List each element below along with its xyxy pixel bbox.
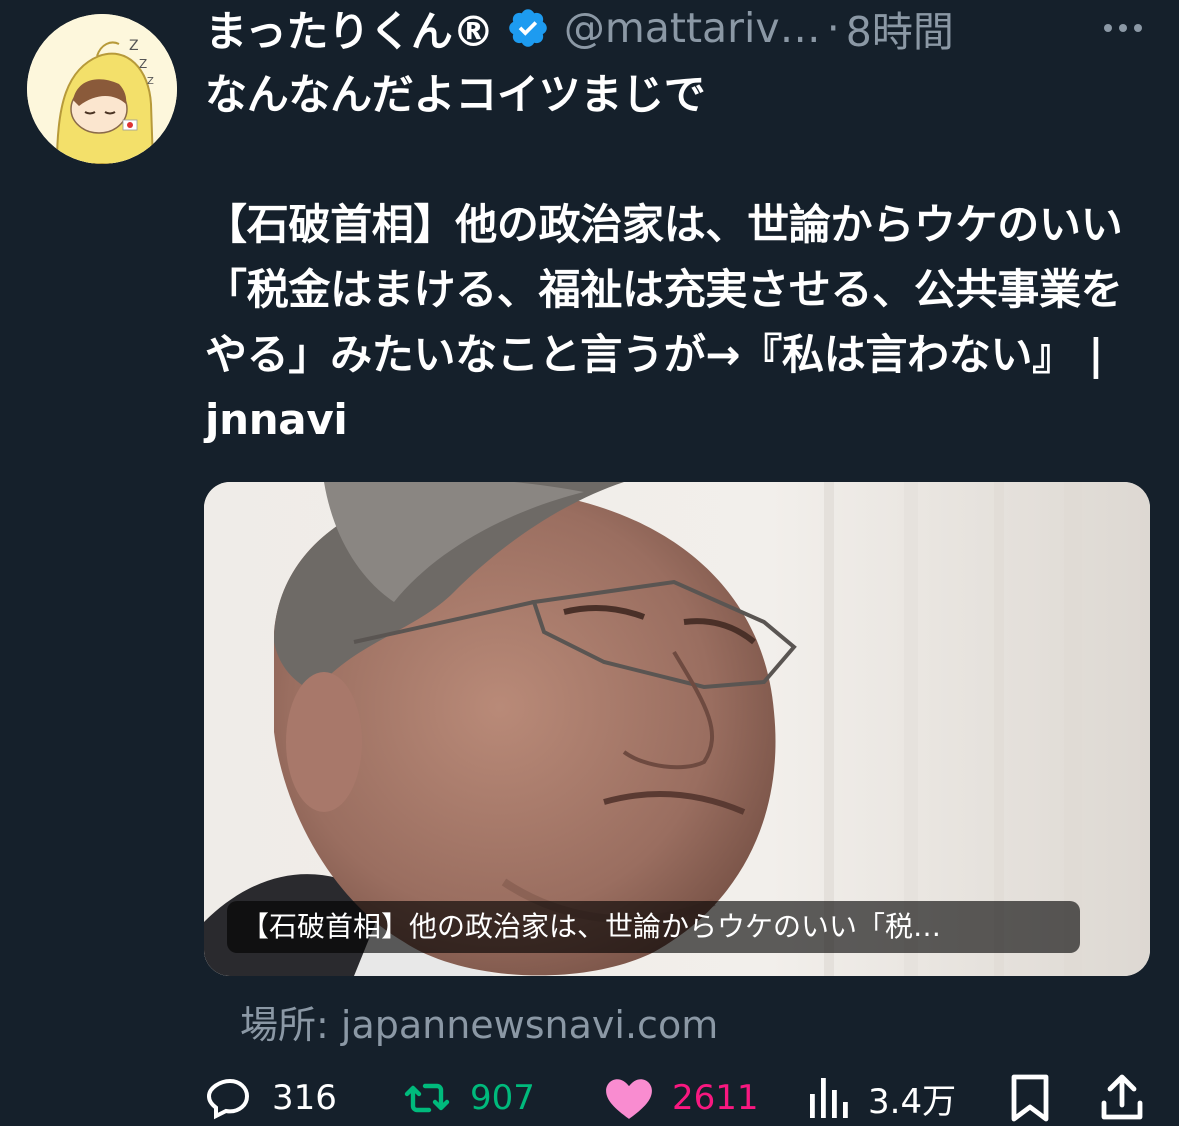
share-icon: [1101, 1074, 1143, 1120]
tweet: Z Z Z まったりくん® @mattariv… · 8時間 なんなんだよコイツ…: [0, 0, 1179, 1126]
share-button[interactable]: [1100, 1070, 1144, 1126]
reply-count: 316: [272, 1078, 337, 1118]
timestamp[interactable]: 8時間: [846, 0, 954, 58]
svg-text:Z: Z: [129, 38, 139, 54]
retweet-icon: [404, 1083, 450, 1113]
retweet-count: 907: [470, 1078, 535, 1118]
avatar-illustration-icon: Z Z Z: [27, 14, 177, 164]
handle[interactable]: @mattariv…: [564, 4, 821, 52]
reply-icon: [206, 1078, 250, 1120]
display-name[interactable]: まったりくん®: [205, 0, 494, 59]
views-button[interactable]: 3.4万: [806, 1070, 956, 1126]
card-source[interactable]: 場所: japannewsnavi.com: [240, 994, 718, 1049]
bookmark-button[interactable]: [1008, 1070, 1052, 1126]
like-count: 2611: [672, 1078, 759, 1118]
bookmark-icon: [1011, 1074, 1049, 1122]
views-bars-icon: [810, 1078, 848, 1118]
more-dots-icon: [1104, 24, 1142, 32]
card-title: 【石破首相】他の政治家は、世論からウケのいい「税…: [227, 901, 1080, 953]
action-bar: 316 907 2611 3.4万: [0, 1070, 1179, 1126]
reply-button[interactable]: 316: [206, 1070, 337, 1126]
avatar[interactable]: Z Z Z: [27, 14, 177, 164]
view-count: 3.4万: [868, 1081, 957, 1122]
more-options-button[interactable]: [1098, 8, 1148, 48]
separator-dot: ·: [826, 4, 840, 52]
tweet-text: なんなんだよコイツまじで 【石破首相】他の政治家は、世論からウケのいい「税金はま…: [205, 70, 1123, 444]
svg-text:Z: Z: [147, 76, 154, 87]
link-card[interactable]: 【石破首相】他の政治家は、世論からウケのいい「税…: [204, 482, 1150, 976]
retweet-button[interactable]: 907: [402, 1070, 535, 1126]
heart-icon: [606, 1079, 652, 1119]
svg-text:Z: Z: [139, 57, 147, 71]
like-button[interactable]: 2611: [604, 1070, 759, 1126]
verified-badge-icon: [506, 6, 550, 50]
tweet-header: まったりくん® @mattariv… · 8時間: [205, 0, 1165, 56]
